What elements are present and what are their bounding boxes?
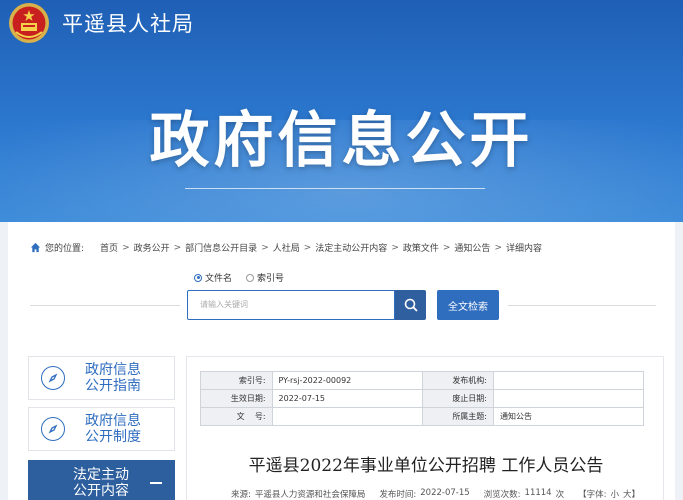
source-value: 平遥县人力资源和社会保障局: [254, 490, 366, 500]
search-mode-radios: 文件名 索引号: [194, 271, 284, 284]
breadcrumb-home[interactable]: 首页: [100, 241, 118, 254]
meta-key: 发布机构:: [421, 371, 495, 390]
source-label: 来源:: [231, 490, 251, 500]
header-banner: 平遥县人社局 政府信息公开: [0, 0, 683, 222]
sidebar-item-legal-content[interactable]: 法定主动 公开内容: [28, 460, 175, 500]
sidebar-item-disclosure-system[interactable]: 政府信息 公开制度: [28, 407, 175, 451]
radio-dot-checked[interactable]: [194, 273, 202, 282]
breadcrumb-separator: >: [494, 242, 502, 253]
table-row: 文 号: 所属主题: 通知公告: [200, 407, 644, 426]
compass-icon: [41, 366, 65, 390]
search-input[interactable]: 请输入关键词: [187, 290, 395, 320]
font-small-link[interactable]: 小: [610, 488, 619, 500]
sidebar-item-disclosure-guide[interactable]: 政府信息 公开指南: [28, 356, 175, 400]
breadcrumb-dept-catalog[interactable]: 部门信息公开目录: [185, 241, 257, 254]
content-panel: 您的位置: 首页 > 政务公开 > 部门信息公开目录 > 人社局 > 法定主动公…: [8, 222, 675, 500]
search-button[interactable]: [395, 290, 426, 320]
meta-table: 索引号: PY-rsj-2022-00092 发布机构: 生效日期: 2022-…: [200, 371, 644, 426]
radio-label: 文件名: [205, 274, 233, 284]
views-unit: 次: [555, 490, 565, 500]
search-icon: [404, 298, 418, 312]
breadcrumb-separator: >: [303, 242, 312, 253]
sidebar-label-line1: 法定主动: [73, 467, 129, 483]
meta-key: 废止日期:: [421, 389, 495, 408]
breadcrumb-separator: >: [442, 242, 451, 253]
sidebar-item-label: 政府信息 公开指南: [85, 362, 141, 394]
meta-key: 索引号:: [200, 371, 273, 390]
meta-value: [493, 371, 644, 390]
breadcrumb-legal-content[interactable]: 法定主动公开内容: [315, 241, 387, 254]
sidebar-label-line2: 公开内容: [73, 483, 129, 499]
font-size-label: 【字体:: [578, 490, 607, 500]
breadcrumb-detail: 详细内容: [505, 244, 542, 254]
views-label: 浏览次数:: [483, 490, 521, 500]
divider-left: [30, 305, 180, 306]
publish-value: 2022-07-15: [420, 488, 470, 498]
breadcrumb-bureau[interactable]: 人社局: [273, 241, 300, 254]
breadcrumb-prefix: 您的位置:: [45, 244, 85, 254]
views-value: 11114: [524, 488, 552, 498]
breadcrumb-separator: >: [261, 242, 269, 253]
compass-icon: [41, 417, 65, 441]
publish-label: 发布时间:: [379, 490, 417, 500]
radio-label: 索引号: [257, 274, 285, 284]
sidebar-label-line1: 政府信息: [85, 362, 141, 378]
article-title: 平遥县2022年事业单位公开招聘 工作人员公告: [248, 456, 604, 476]
fulltext-search-button[interactable]: 全文检索: [437, 290, 499, 320]
divider-right: [508, 305, 656, 306]
font-large-link[interactable]: 大】: [623, 488, 640, 500]
home-icon: [30, 242, 41, 253]
breadcrumb-separator: >: [391, 242, 399, 253]
breadcrumb-policy-files[interactable]: 政策文件: [403, 241, 439, 254]
meta-value: 通知公告: [493, 407, 644, 426]
sidebar-item-label: 政府信息 公开制度: [85, 413, 141, 445]
breadcrumb-separator: >: [173, 242, 182, 253]
meta-value: PY-rsj-2022-00092: [271, 371, 423, 390]
site-name[interactable]: 平遥县人社局: [62, 8, 194, 38]
breadcrumb: 您的位置: 首页 > 政务公开 > 部门信息公开目录 > 人社局 > 法定主动公…: [30, 241, 542, 254]
title-divider: [185, 188, 485, 189]
article-card: 索引号: PY-rsj-2022-00092 发布机构: 生效日期: 2022-…: [186, 356, 664, 500]
breadcrumb-gov-affairs[interactable]: 政务公开: [134, 241, 170, 254]
collapse-minus-icon[interactable]: [150, 482, 162, 484]
breadcrumb-notices[interactable]: 通知公告: [454, 241, 490, 254]
radio-filename[interactable]: 文件名: [194, 271, 232, 284]
table-row: 生效日期: 2022-07-15 废止日期:: [200, 389, 644, 408]
sidebar-label-line2: 公开制度: [85, 429, 141, 445]
table-row: 索引号: PY-rsj-2022-00092 发布机构:: [200, 371, 644, 390]
article-meta: 来源: 平遥县人力资源和社会保障局 发布时间: 2022-07-15 浏览次数:…: [231, 488, 640, 500]
sidebar-label-line2: 公开指南: [85, 378, 141, 394]
meta-value: [493, 389, 644, 408]
meta-value: 2022-07-15: [271, 389, 423, 408]
meta-key: 所属主题:: [421, 407, 495, 426]
meta-value: [271, 407, 423, 426]
meta-key: 文 号:: [200, 407, 273, 426]
national-emblem-icon: [9, 3, 49, 43]
meta-key: 生效日期:: [200, 389, 273, 408]
sidebar-label-line1: 政府信息: [85, 413, 141, 429]
radio-index-number[interactable]: 索引号: [246, 271, 284, 284]
sidebar-item-label: 法定主动 公开内容: [73, 467, 129, 499]
radio-dot[interactable]: [246, 273, 255, 282]
breadcrumb-separator: >: [122, 242, 130, 253]
page-title: 政府信息公开: [149, 106, 534, 176]
